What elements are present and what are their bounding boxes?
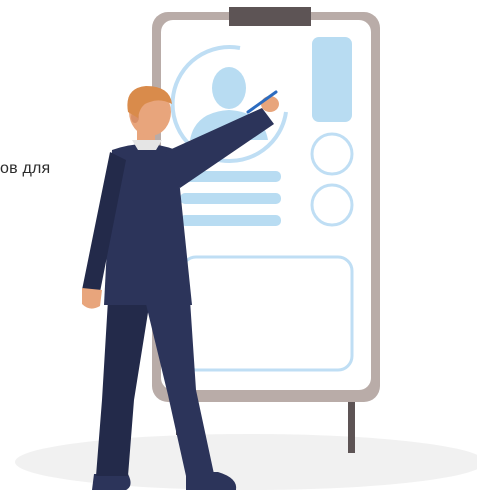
- board-line-2: [180, 193, 281, 204]
- board-leg-right: [348, 395, 355, 453]
- hand-lowered: [82, 288, 102, 309]
- board-clip: [229, 7, 311, 26]
- hand-raised: [261, 96, 279, 112]
- illustration-man-drawing-on-board: [15, 7, 477, 490]
- shoe-left: [92, 474, 131, 490]
- board-line-3: [180, 215, 281, 226]
- ground-shadow: [15, 434, 477, 490]
- board-rect-block: [312, 37, 352, 122]
